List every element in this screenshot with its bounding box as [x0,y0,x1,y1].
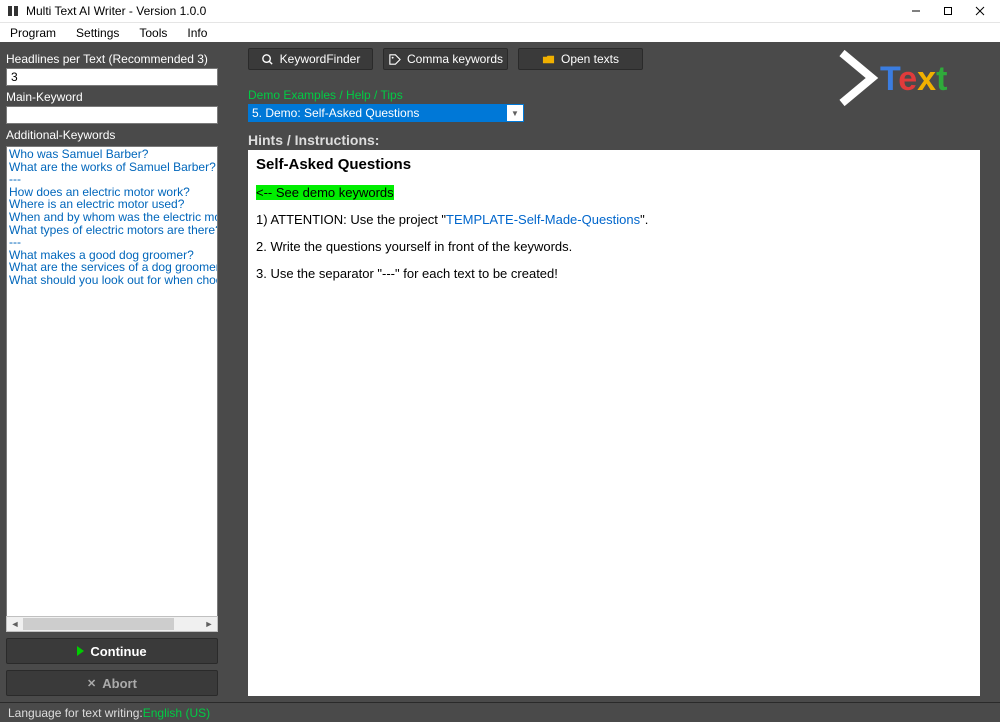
keyword-finder-label: KeywordFinder [280,52,361,66]
menu-bar: Program Settings Tools Info [0,22,1000,42]
window-controls [900,0,996,22]
keyword-line[interactable]: --- [9,173,215,186]
main-keyword-input[interactable] [6,106,218,124]
menu-tools[interactable]: Tools [129,23,177,42]
status-language: English (US) [143,706,210,720]
chevron-down-icon: ▼ [507,109,523,118]
hints-label: Hints / Instructions: [248,132,980,148]
hints-line-3: 3. Use the separator "---" for each text… [256,266,972,281]
open-texts-button[interactable]: Open texts [518,48,643,70]
headlines-label: Headlines per Text (Recommended 3) [6,52,218,66]
see-demo-highlight: <-- See demo keywords [256,185,394,200]
hints-content: Self-Asked Questions <-- See demo keywor… [248,150,980,696]
hints-title: Self-Asked Questions [256,156,972,173]
window-title: Multi Text AI Writer - Version 1.0.0 [26,4,900,18]
keyword-finder-button[interactable]: KeywordFinder [248,48,373,70]
keyword-line[interactable]: When and by whom was the electric motor … [9,211,215,224]
headlines-input[interactable] [6,68,218,86]
left-panel: Headlines per Text (Recommended 3) Main-… [0,42,224,702]
menu-program[interactable]: Program [0,23,66,42]
demo-select[interactable]: 5. Demo: Self-Asked Questions ▼ [248,104,524,122]
abort-button-label: Abort [102,676,137,691]
additional-keywords-textarea[interactable]: Who was Samuel Barber?What are the works… [6,146,218,617]
keyword-line[interactable]: --- [9,236,215,249]
play-icon [77,646,84,656]
scroll-left-arrow-icon[interactable]: ◄ [7,617,23,631]
continue-button-label: Continue [90,644,146,659]
menu-info[interactable]: Info [177,23,217,42]
keyword-line[interactable]: What should you look out for when choosi… [9,274,215,287]
abort-button[interactable]: ✕ Abort [6,670,218,696]
title-bar: Multi Text AI Writer - Version 1.0.0 [0,0,1000,22]
magnifier-icon [261,53,274,66]
close-button[interactable] [964,0,996,22]
status-prefix: Language for text writing: [8,706,143,720]
scroll-right-arrow-icon[interactable]: ► [201,617,217,631]
hints-line-1: 1) ATTENTION: Use the project "TEMPLATE-… [256,212,972,227]
comma-keywords-label: Comma keywords [407,52,503,66]
maximize-button[interactable] [932,0,964,22]
demo-examples-label: Demo Examples / Help / Tips [248,88,980,102]
toolbar: KeywordFinder Comma keywords Open texts [248,48,980,70]
main-keyword-label: Main-Keyword [6,90,218,104]
tag-icon [388,53,401,66]
x-icon: ✕ [87,677,96,690]
minimize-button[interactable] [900,0,932,22]
demo-select-value: 5. Demo: Self-Asked Questions [249,105,507,121]
menu-settings[interactable]: Settings [66,23,129,42]
additional-keywords-label: Additional-Keywords [6,128,218,142]
keyword-line[interactable]: What types of electric motors are there? [9,224,215,237]
open-texts-label: Open texts [561,52,619,66]
keyword-line[interactable]: Who was Samuel Barber? [9,148,215,161]
continue-button[interactable]: Continue [6,638,218,664]
right-panel: Text KeywordFinder Comma keywords [224,42,1000,702]
status-bar: Language for text writing: English (US) [0,702,1000,722]
app-icon [6,4,20,18]
comma-keywords-button[interactable]: Comma keywords [383,48,508,70]
keyword-line[interactable]: What are the works of Samuel Barber? [9,161,215,174]
hints-line-2: 2. Write the questions yourself in front… [256,239,972,254]
keywords-horizontal-scrollbar[interactable]: ◄ ► [6,616,218,632]
main-area: Headlines per Text (Recommended 3) Main-… [0,42,1000,702]
template-link[interactable]: TEMPLATE-Self-Made-Questions [446,212,640,227]
folder-icon [542,53,555,66]
